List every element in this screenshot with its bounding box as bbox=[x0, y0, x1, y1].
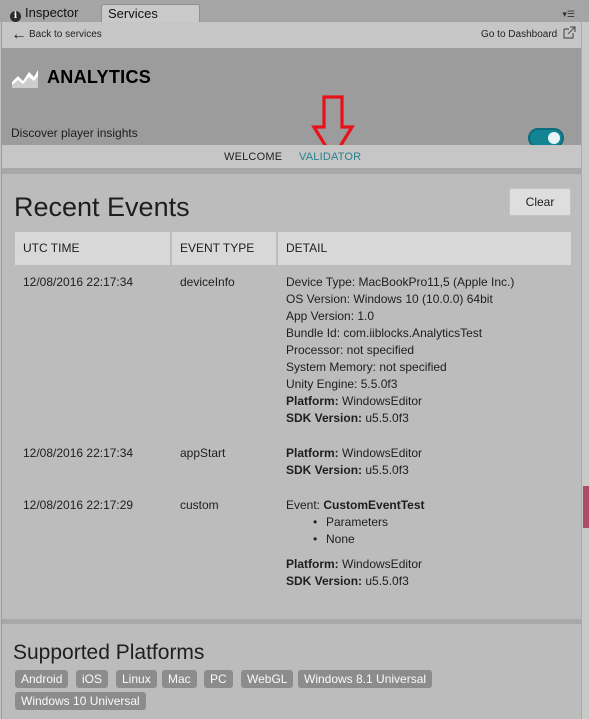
parameters-list: Parameters None bbox=[286, 514, 576, 548]
analytics-title: ANALYTICS bbox=[47, 67, 152, 87]
analytics-logo-icon bbox=[12, 70, 38, 88]
toggle-knob bbox=[548, 132, 560, 144]
recent-events-title: Recent Events bbox=[14, 192, 190, 222]
detail-line: Bundle Id: com.iiblocks.AnalyticsTest bbox=[286, 326, 483, 340]
section-divider bbox=[2, 169, 581, 174]
detail-line: Platform: WindowsEditor bbox=[286, 394, 423, 408]
platform-chip-ios: iOS bbox=[76, 670, 109, 688]
detail-line: App Version: 1.0 bbox=[286, 309, 375, 323]
row-detail: Event: CustomEventTest Parameters None P… bbox=[286, 497, 576, 590]
row-time: 12/08/2016 22:17:34 bbox=[23, 275, 134, 289]
clear-button[interactable]: Clear bbox=[509, 188, 571, 216]
row-event-type: custom bbox=[180, 498, 219, 512]
platform-chip-pc: PC bbox=[204, 670, 233, 688]
row-time: 12/08/2016 22:17:29 bbox=[23, 498, 134, 512]
events-table-header: UTC TIME EVENT TYPE DETAIL bbox=[15, 232, 571, 265]
tab-inspector-label: Inspector bbox=[25, 5, 79, 20]
row-detail: Device Type: MacBookPro11,5 (Apple Inc.)… bbox=[286, 274, 576, 427]
analytics-header: ANALYTICS Discover player insights bbox=[2, 48, 581, 148]
section-divider bbox=[2, 619, 581, 624]
external-link-icon bbox=[563, 26, 576, 39]
row-time: 12/08/2016 22:17:34 bbox=[23, 446, 134, 460]
platform-chip-windows-8-1-universal: Windows 8.1 Universal bbox=[298, 670, 433, 688]
column-header-detail: DETAIL bbox=[278, 232, 571, 265]
tab-validator[interactable]: VALIDATOR bbox=[299, 151, 361, 163]
back-to-services-link[interactable]: ← Back to services bbox=[11, 26, 102, 44]
column-header-event-type: EVENT TYPE bbox=[172, 232, 276, 265]
tab-services[interactable]: Services bbox=[101, 4, 200, 22]
detail-line: Platform: WindowsEditor bbox=[286, 446, 423, 460]
platform-chip-webgl: WebGL bbox=[241, 670, 294, 688]
list-item: Parameters bbox=[313, 514, 576, 531]
back-label: Back to services bbox=[29, 29, 102, 40]
editor-tab-bar: i Inspector Services ▾☰ bbox=[0, 0, 589, 22]
detail-line: SDK Version: u5.5.0f3 bbox=[286, 411, 409, 425]
platform-chip-mac: Mac bbox=[162, 670, 197, 688]
tab-welcome[interactable]: WELCOME bbox=[224, 151, 282, 163]
platform-chip-windows-10-universal: Windows 10 Universal bbox=[15, 692, 146, 710]
row-detail: Platform: WindowsEditor SDK Version: u5.… bbox=[286, 445, 576, 479]
scrollbar-thumb[interactable] bbox=[583, 486, 589, 528]
detail-line: Unity Engine: 5.5.0f3 bbox=[286, 377, 398, 391]
list-item: None bbox=[313, 531, 576, 548]
services-window: ← Back to services Go to Dashboard ANALYT… bbox=[1, 22, 581, 719]
detail-line: Device Type: MacBookPro11,5 (Apple Inc.) bbox=[286, 275, 515, 289]
detail-line: System Memory: not specified bbox=[286, 360, 447, 374]
detail-line: Platform: WindowsEditor bbox=[286, 557, 423, 571]
info-icon: i bbox=[10, 11, 21, 22]
vertical-scrollbar[interactable] bbox=[581, 22, 589, 719]
detail-line: SDK Version: u5.5.0f3 bbox=[286, 574, 409, 588]
tab-services-label: Services bbox=[108, 6, 158, 21]
row-event-type: appStart bbox=[180, 446, 226, 460]
platform-chip-linux: Linux bbox=[116, 670, 157, 688]
analytics-subtabs: WELCOME VALIDATOR bbox=[2, 145, 581, 169]
row-event-type: deviceInfo bbox=[180, 275, 235, 289]
column-header-utc-time: UTC TIME bbox=[15, 232, 170, 265]
analytics-subtitle: Discover player insights bbox=[11, 126, 138, 140]
platform-chip-android: Android bbox=[15, 670, 69, 688]
dashboard-label: Go to Dashboard bbox=[481, 29, 558, 40]
detail-line: OS Version: Windows 10 (10.0.0) 64bit bbox=[286, 292, 493, 306]
detail-line: SDK Version: u5.5.0f3 bbox=[286, 463, 409, 477]
detail-line: Processor: not specified bbox=[286, 343, 415, 357]
back-arrow-icon: ← bbox=[11, 26, 27, 43]
detail-line: Event: CustomEventTest bbox=[286, 498, 425, 512]
services-topbar: ← Back to services Go to Dashboard bbox=[2, 22, 581, 48]
supported-platforms-title: Supported Platforms bbox=[13, 641, 205, 664]
window-menu-icon[interactable]: ▾☰ bbox=[562, 10, 575, 19]
go-to-dashboard-link[interactable]: Go to Dashboard bbox=[481, 26, 576, 44]
tab-inspector[interactable]: i Inspector bbox=[4, 4, 96, 22]
